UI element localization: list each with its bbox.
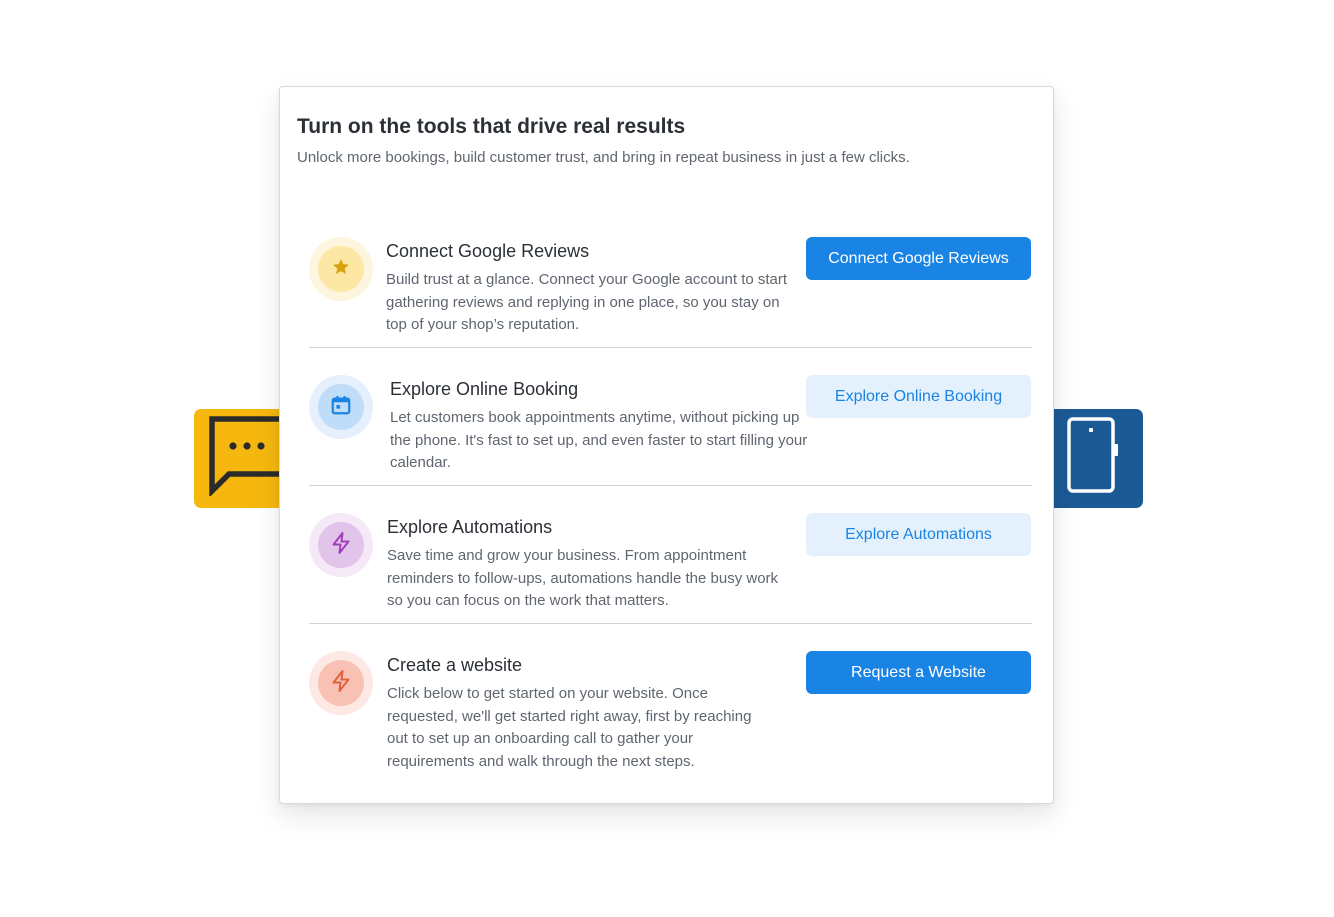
automations-icon-badge <box>309 513 373 577</box>
card-title: Turn on the tools that drive real result… <box>297 115 686 138</box>
website-icon-badge <box>309 651 373 715</box>
divider <box>309 485 1032 486</box>
google-reviews-icon-badge <box>309 237 373 301</box>
tools-card: Turn on the tools that drive real result… <box>279 86 1054 804</box>
page: Turn on the tools that drive real result… <box>0 0 1334 917</box>
connect-google-reviews-button[interactable]: Connect Google Reviews <box>806 237 1031 280</box>
card-subtitle: Unlock more bookings, build customer tru… <box>297 149 910 166</box>
list-item-online-booking: Explore Online Booking Let customers boo… <box>309 375 1032 486</box>
list-item-website: Create a website Click below to get star… <box>309 651 1032 801</box>
lightning-icon <box>329 669 353 698</box>
website-title: Create a website <box>387 655 523 675</box>
online-booking-icon-badge <box>309 375 373 439</box>
website-description: Click below to get started on your websi… <box>387 685 752 771</box>
list-item-automations: Explore Automations Save time and grow y… <box>309 513 1032 624</box>
chat-bubble-icon <box>207 416 287 501</box>
google-reviews-title: Connect Google Reviews <box>386 241 590 261</box>
star-icon <box>331 257 351 282</box>
automations-description: Save time and grow your business. From a… <box>387 547 779 610</box>
calendar-icon <box>330 394 352 421</box>
list-item-google-reviews: Connect Google Reviews Build trust at a … <box>309 237 1032 348</box>
online-booking-description: Let customers book appointments anytime,… <box>390 409 808 472</box>
mobile-phone-icon <box>1061 416 1121 501</box>
explore-automations-button[interactable]: Explore Automations <box>806 513 1031 556</box>
google-reviews-description: Build trust at a glance. Connect your Go… <box>386 271 788 334</box>
automations-title: Explore Automations <box>387 517 553 537</box>
online-booking-title: Explore Online Booking <box>390 379 579 399</box>
lightning-icon <box>329 531 353 560</box>
divider <box>309 347 1032 348</box>
divider <box>309 623 1032 624</box>
request-website-button[interactable]: Request a Website <box>806 651 1031 694</box>
explore-online-booking-button[interactable]: Explore Online Booking <box>806 375 1031 418</box>
